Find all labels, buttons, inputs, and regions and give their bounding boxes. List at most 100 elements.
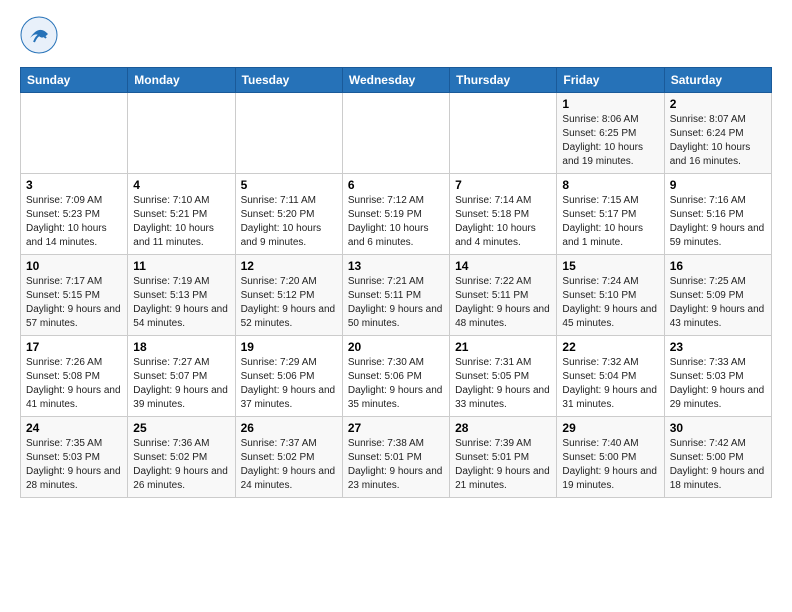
day-info: Sunrise: 7:42 AM Sunset: 5:00 PM Dayligh…	[670, 437, 766, 493]
day-number: 23	[670, 340, 766, 354]
day-header-wednesday: Wednesday	[342, 68, 449, 93]
calendar-cell: 28 Sunrise: 7:39 AM Sunset: 5:01 PM Dayli…	[450, 417, 557, 498]
day-number: 19	[241, 340, 337, 354]
day-number: 15	[562, 259, 658, 273]
day-info: Sunrise: 7:17 AM Sunset: 5:15 PM Dayligh…	[26, 275, 122, 331]
day-number: 7	[455, 178, 551, 192]
calendar-cell: 8 Sunrise: 7:15 AM Sunset: 5:17 PM Daylig…	[557, 174, 664, 255]
calendar-cell: 22Sunrise: 7:32 AM Sunset: 5:04 PM Dayli…	[557, 336, 664, 417]
day-header-monday: Monday	[128, 68, 235, 93]
calendar-cell: 23 Sunrise: 7:33 AM Sunset: 5:03 PM Dayli…	[664, 336, 771, 417]
day-header-sunday: Sunday	[21, 68, 128, 93]
day-info: Sunrise: 7:12 AM Sunset: 5:19 PM Dayligh…	[348, 194, 444, 250]
day-info: Sunrise: 7:40 AM Sunset: 5:00 PM Dayligh…	[562, 437, 658, 493]
calendar-cell: 26 Sunrise: 7:37 AM Sunset: 5:02 PM Dayli…	[235, 417, 342, 498]
calendar-cell	[128, 93, 235, 174]
calendar-cell: 1 Sunrise: 8:06 AM Sunset: 6:25 PM Daylig…	[557, 93, 664, 174]
calendar-cell: 13Sunrise: 7:21 AM Sunset: 5:11 PM Dayli…	[342, 255, 449, 336]
day-header-tuesday: Tuesday	[235, 68, 342, 93]
calendar-cell: 9 Sunrise: 7:16 AM Sunset: 5:16 PM Daylig…	[664, 174, 771, 255]
day-info: Sunrise: 7:32 AM Sunset: 5:04 PM Dayligh…	[562, 356, 658, 412]
calendar-cell: 2 Sunrise: 8:07 AM Sunset: 6:24 PM Daylig…	[664, 93, 771, 174]
calendar-cell: 18 Sunrise: 7:27 AM Sunset: 5:07 PM Dayli…	[128, 336, 235, 417]
day-info: Sunrise: 7:31 AM Sunset: 5:05 PM Dayligh…	[455, 356, 551, 412]
day-info: Sunrise: 7:39 AM Sunset: 5:01 PM Dayligh…	[455, 437, 551, 493]
calendar-cell	[342, 93, 449, 174]
day-info: Sunrise: 7:30 AM Sunset: 5:06 PM Dayligh…	[348, 356, 444, 412]
day-info: Sunrise: 7:29 AM Sunset: 5:06 PM Dayligh…	[241, 356, 337, 412]
calendar-cell: 11 Sunrise: 7:19 AM Sunset: 5:13 PM Dayli…	[128, 255, 235, 336]
day-info: Sunrise: 7:25 AM Sunset: 5:09 PM Dayligh…	[670, 275, 766, 331]
day-number: 9	[670, 178, 766, 192]
day-info: Sunrise: 7:33 AM Sunset: 5:03 PM Dayligh…	[670, 356, 766, 412]
day-number: 26	[241, 421, 337, 435]
day-info: Sunrise: 7:16 AM Sunset: 5:16 PM Dayligh…	[670, 194, 766, 250]
calendar-header: SundayMondayTuesdayWednesdayThursdayFrid…	[21, 68, 772, 93]
calendar-week-5: 24 Sunrise: 7:35 AM Sunset: 5:03 PM Dayli…	[21, 417, 772, 498]
day-number: 4	[133, 178, 229, 192]
day-header-saturday: Saturday	[664, 68, 771, 93]
calendar-cell: 19 Sunrise: 7:29 AM Sunset: 5:06 PM Dayli…	[235, 336, 342, 417]
day-info: Sunrise: 7:26 AM Sunset: 5:08 PM Dayligh…	[26, 356, 122, 412]
day-info: Sunrise: 7:19 AM Sunset: 5:13 PM Dayligh…	[133, 275, 229, 331]
day-number: 27	[348, 421, 444, 435]
day-number: 10	[26, 259, 122, 273]
day-number: 16	[670, 259, 766, 273]
calendar-cell: 4Sunrise: 7:10 AM Sunset: 5:21 PM Daylig…	[128, 174, 235, 255]
calendar-week-3: 10 Sunrise: 7:17 AM Sunset: 5:15 PM Dayli…	[21, 255, 772, 336]
calendar-cell: 7Sunrise: 7:14 AM Sunset: 5:18 PM Daylig…	[450, 174, 557, 255]
day-info: Sunrise: 7:20 AM Sunset: 5:12 PM Dayligh…	[241, 275, 337, 331]
day-number: 25	[133, 421, 229, 435]
calendar-cell: 20 Sunrise: 7:30 AM Sunset: 5:06 PM Dayli…	[342, 336, 449, 417]
day-number: 29	[562, 421, 658, 435]
day-number: 11	[133, 259, 229, 273]
day-number: 30	[670, 421, 766, 435]
calendar-week-1: 1 Sunrise: 8:06 AM Sunset: 6:25 PM Daylig…	[21, 93, 772, 174]
day-number: 13	[348, 259, 444, 273]
day-header-thursday: Thursday	[450, 68, 557, 93]
day-number: 8	[562, 178, 658, 192]
calendar-cell: 21 Sunrise: 7:31 AM Sunset: 5:05 PM Dayli…	[450, 336, 557, 417]
day-info: Sunrise: 7:22 AM Sunset: 5:11 PM Dayligh…	[455, 275, 551, 331]
day-info: Sunrise: 8:06 AM Sunset: 6:25 PM Dayligh…	[562, 113, 658, 169]
day-number: 12	[241, 259, 337, 273]
page-header	[20, 16, 772, 59]
calendar-cell: 12 Sunrise: 7:20 AM Sunset: 5:12 PM Dayli…	[235, 255, 342, 336]
calendar-cell: 24 Sunrise: 7:35 AM Sunset: 5:03 PM Dayli…	[21, 417, 128, 498]
calendar-cell: 25 Sunrise: 7:36 AM Sunset: 5:02 PM Dayli…	[128, 417, 235, 498]
day-number: 5	[241, 178, 337, 192]
day-info: Sunrise: 7:37 AM Sunset: 5:02 PM Dayligh…	[241, 437, 337, 493]
calendar-cell: 30 Sunrise: 7:42 AM Sunset: 5:00 PM Dayli…	[664, 417, 771, 498]
day-number: 17	[26, 340, 122, 354]
day-number: 24	[26, 421, 122, 435]
calendar-cell	[21, 93, 128, 174]
day-info: Sunrise: 7:15 AM Sunset: 5:17 PM Dayligh…	[562, 194, 658, 250]
day-number: 20	[348, 340, 444, 354]
day-number: 1	[562, 97, 658, 111]
calendar-cell: 17 Sunrise: 7:26 AM Sunset: 5:08 PM Dayli…	[21, 336, 128, 417]
day-number: 18	[133, 340, 229, 354]
calendar-cell: 10 Sunrise: 7:17 AM Sunset: 5:15 PM Dayli…	[21, 255, 128, 336]
calendar-week-4: 17 Sunrise: 7:26 AM Sunset: 5:08 PM Dayli…	[21, 336, 772, 417]
day-info: Sunrise: 7:35 AM Sunset: 5:03 PM Dayligh…	[26, 437, 122, 493]
calendar-week-2: 3Sunrise: 7:09 AM Sunset: 5:23 PM Daylig…	[21, 174, 772, 255]
day-info: Sunrise: 7:38 AM Sunset: 5:01 PM Dayligh…	[348, 437, 444, 493]
day-info: Sunrise: 7:36 AM Sunset: 5:02 PM Dayligh…	[133, 437, 229, 493]
day-number: 28	[455, 421, 551, 435]
logo-icon	[20, 16, 58, 59]
day-info: Sunrise: 7:27 AM Sunset: 5:07 PM Dayligh…	[133, 356, 229, 412]
day-number: 2	[670, 97, 766, 111]
calendar-cell: 16 Sunrise: 7:25 AM Sunset: 5:09 PM Dayli…	[664, 255, 771, 336]
calendar-cell: 27 Sunrise: 7:38 AM Sunset: 5:01 PM Dayli…	[342, 417, 449, 498]
day-info: Sunrise: 8:07 AM Sunset: 6:24 PM Dayligh…	[670, 113, 766, 169]
calendar-cell: 6 Sunrise: 7:12 AM Sunset: 5:19 PM Daylig…	[342, 174, 449, 255]
calendar-body: 1 Sunrise: 8:06 AM Sunset: 6:25 PM Daylig…	[21, 93, 772, 498]
calendar-cell: 5Sunrise: 7:11 AM Sunset: 5:20 PM Daylig…	[235, 174, 342, 255]
day-number: 6	[348, 178, 444, 192]
day-number: 14	[455, 259, 551, 273]
calendar-cell	[235, 93, 342, 174]
day-number: 21	[455, 340, 551, 354]
calendar-cell: 3Sunrise: 7:09 AM Sunset: 5:23 PM Daylig…	[21, 174, 128, 255]
calendar-cell: 15Sunrise: 7:24 AM Sunset: 5:10 PM Dayli…	[557, 255, 664, 336]
calendar-cell	[450, 93, 557, 174]
